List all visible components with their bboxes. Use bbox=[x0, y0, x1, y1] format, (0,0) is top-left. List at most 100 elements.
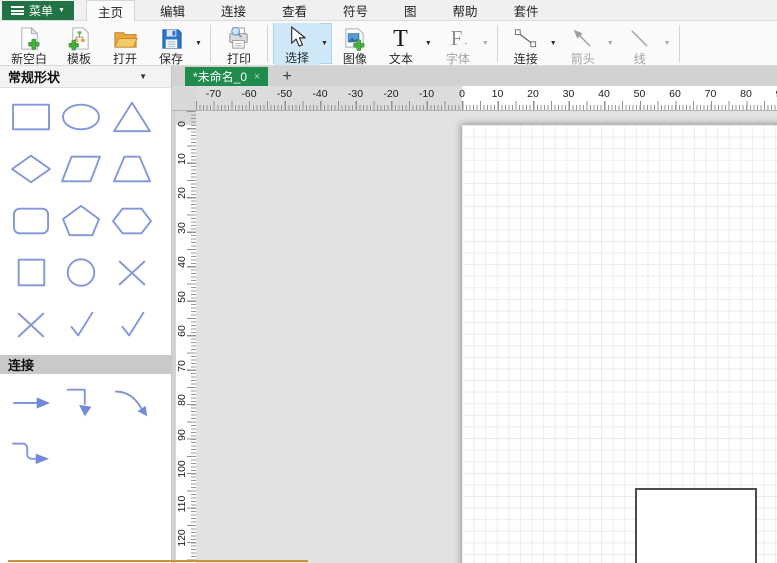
select-button[interactable]: 选择 bbox=[274, 23, 320, 65]
arrow-label: 箭头 bbox=[571, 52, 595, 66]
menu-tab-主页[interactable]: 主页 bbox=[86, 0, 135, 21]
section-title: 常规形状 bbox=[8, 67, 60, 86]
h-ruler-label: 10 bbox=[492, 88, 504, 100]
parallelogram-shape[interactable] bbox=[56, 150, 106, 188]
image-group: 图像 bbox=[332, 22, 378, 65]
image-button[interactable]: 图像 bbox=[332, 23, 378, 65]
sidebar-section-header-common-shapes[interactable]: 常规形状 ▼ bbox=[0, 66, 171, 88]
menu-tab-符号[interactable]: 符号 bbox=[332, 0, 379, 20]
ellipse-shape[interactable] bbox=[56, 98, 106, 136]
connect-label: 连接 bbox=[514, 52, 538, 66]
select-icon bbox=[284, 25, 309, 50]
svg-text:T: T bbox=[394, 26, 409, 51]
v-ruler-label: 20 bbox=[176, 181, 188, 205]
hexagon-shape[interactable] bbox=[107, 202, 157, 240]
open-label: 打开 bbox=[113, 52, 137, 66]
select-dropdown-arrow-icon[interactable]: ▼ bbox=[321, 40, 328, 47]
print-icon bbox=[226, 26, 251, 51]
diamond-shape[interactable] bbox=[6, 150, 56, 188]
menu-tab-bar: 主页编辑连接查看符号图帮助套件 bbox=[86, 0, 550, 20]
print-label: 打印 bbox=[227, 52, 251, 66]
open-icon bbox=[113, 26, 138, 51]
drawing-canvas[interactable] bbox=[196, 111, 777, 563]
horizontal-ruler: -70-60-50-40-30-20-100102030405060708090 bbox=[196, 86, 777, 111]
line-button: 线 bbox=[617, 23, 663, 65]
vertical-ruler: 0102030405060708090100110120 bbox=[172, 111, 196, 563]
line-dropdown-arrow-icon: ▼ bbox=[664, 40, 671, 47]
save-dropdown-arrow-icon[interactable]: ▼ bbox=[195, 40, 202, 47]
connect-button[interactable]: 连接 bbox=[503, 23, 549, 65]
text-icon: T bbox=[388, 26, 413, 51]
check-shape[interactable] bbox=[56, 306, 106, 344]
pentagon-shape[interactable] bbox=[56, 202, 106, 240]
rounded-rectangle-shape[interactable] bbox=[6, 202, 56, 240]
print-group: 打印 bbox=[216, 22, 262, 65]
text-button[interactable]: T文本 bbox=[378, 23, 424, 65]
canvas-shape-rectangle[interactable] bbox=[635, 488, 757, 563]
circle-shape[interactable] bbox=[56, 254, 106, 292]
menu-button-label: 菜单 bbox=[29, 2, 53, 19]
new-blank-button[interactable]: 新空白 bbox=[2, 23, 56, 65]
v-ruler-label: 120 bbox=[176, 526, 188, 550]
v-ruler-label: 30 bbox=[176, 216, 188, 240]
sidebar-section-header-connectors[interactable]: 连接 bbox=[0, 355, 171, 374]
menu-tab-编辑[interactable]: 编辑 bbox=[149, 0, 196, 20]
common-shapes-grid bbox=[0, 88, 171, 344]
font-dropdown-arrow-icon: ▼ bbox=[482, 40, 489, 47]
svg-text:F: F bbox=[451, 26, 463, 50]
h-ruler-label: 70 bbox=[705, 88, 717, 100]
v-ruler-label: 70 bbox=[176, 354, 188, 378]
elbow-arrow-shape[interactable] bbox=[56, 384, 106, 422]
h-ruler-label: 40 bbox=[598, 88, 610, 100]
open-button[interactable]: 打开 bbox=[102, 23, 148, 65]
document-tab[interactable]: *未命名_0 × bbox=[185, 67, 268, 86]
rectangle-shape[interactable] bbox=[6, 98, 56, 136]
menu-tab-连接[interactable]: 连接 bbox=[210, 0, 257, 20]
document-tab-bar: *未命名_0 × + bbox=[172, 66, 777, 86]
new-blank-label: 新空白 bbox=[11, 52, 47, 66]
new-blank-icon bbox=[17, 26, 42, 51]
v-ruler-label: 80 bbox=[176, 388, 188, 412]
arrow-right-shape[interactable] bbox=[6, 384, 56, 422]
close-icon[interactable]: × bbox=[254, 71, 260, 83]
line-icon bbox=[627, 26, 652, 51]
menu-tab-查看[interactable]: 查看 bbox=[271, 0, 318, 20]
menu-tab-套件[interactable]: 套件 bbox=[503, 0, 550, 20]
curve-arrow-shape[interactable] bbox=[107, 384, 157, 422]
v-ruler-label: 50 bbox=[176, 285, 188, 309]
h-ruler-label: -20 bbox=[383, 88, 398, 100]
toolbar-separator bbox=[267, 25, 268, 62]
font-button: F-字体 bbox=[435, 23, 481, 65]
s-elbow-arrow-shape[interactable] bbox=[6, 436, 56, 474]
ruler-minor-ticks bbox=[196, 105, 777, 110]
v-ruler-label: 0 bbox=[176, 112, 188, 136]
select-group: 选择▼ bbox=[273, 23, 332, 64]
main-menu-button[interactable]: 菜单 ▼ bbox=[2, 1, 74, 20]
h-ruler-label: -70 bbox=[206, 88, 221, 100]
cross-bold-shape[interactable] bbox=[6, 306, 56, 344]
square-shape[interactable] bbox=[6, 254, 56, 292]
image-icon bbox=[342, 26, 367, 51]
check-bold-shape[interactable] bbox=[107, 306, 157, 344]
ruler-corner bbox=[172, 86, 196, 111]
menu-tab-图[interactable]: 图 bbox=[393, 0, 428, 20]
connect-dropdown-arrow-icon[interactable]: ▼ bbox=[550, 40, 557, 47]
triangle-shape[interactable] bbox=[107, 98, 157, 136]
print-button[interactable]: 打印 bbox=[216, 23, 262, 65]
svg-text:-: - bbox=[465, 38, 468, 49]
v-ruler-label: 110 bbox=[176, 492, 188, 516]
text-dropdown-arrow-icon[interactable]: ▼ bbox=[425, 40, 432, 47]
connect-icon bbox=[513, 26, 538, 51]
save-icon bbox=[159, 26, 184, 51]
text-label: 文本 bbox=[389, 52, 413, 66]
cross-shape[interactable] bbox=[107, 254, 157, 292]
menu-tab-帮助[interactable]: 帮助 bbox=[442, 0, 489, 20]
line-label: 线 bbox=[634, 52, 646, 66]
chevron-down-icon: ▼ bbox=[58, 7, 65, 14]
add-tab-button[interactable]: + bbox=[278, 67, 295, 86]
text-group: T文本▼ bbox=[378, 22, 435, 65]
trapezoid-shape[interactable] bbox=[107, 150, 157, 188]
save-button[interactable]: 保存 bbox=[148, 23, 194, 65]
document-tab-label: *未命名_0 bbox=[193, 68, 247, 85]
template-button[interactable]: 模板 bbox=[56, 23, 102, 65]
